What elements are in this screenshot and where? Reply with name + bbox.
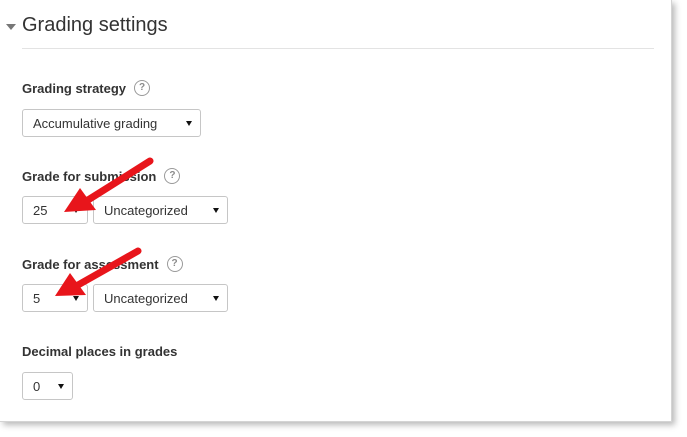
annotation-arrows <box>55 157 154 296</box>
red-arrow-icon <box>55 247 142 296</box>
grading-settings-panel: Grading settings Grading strategy ? Accu… <box>0 0 672 422</box>
red-arrow-icon <box>64 157 154 212</box>
